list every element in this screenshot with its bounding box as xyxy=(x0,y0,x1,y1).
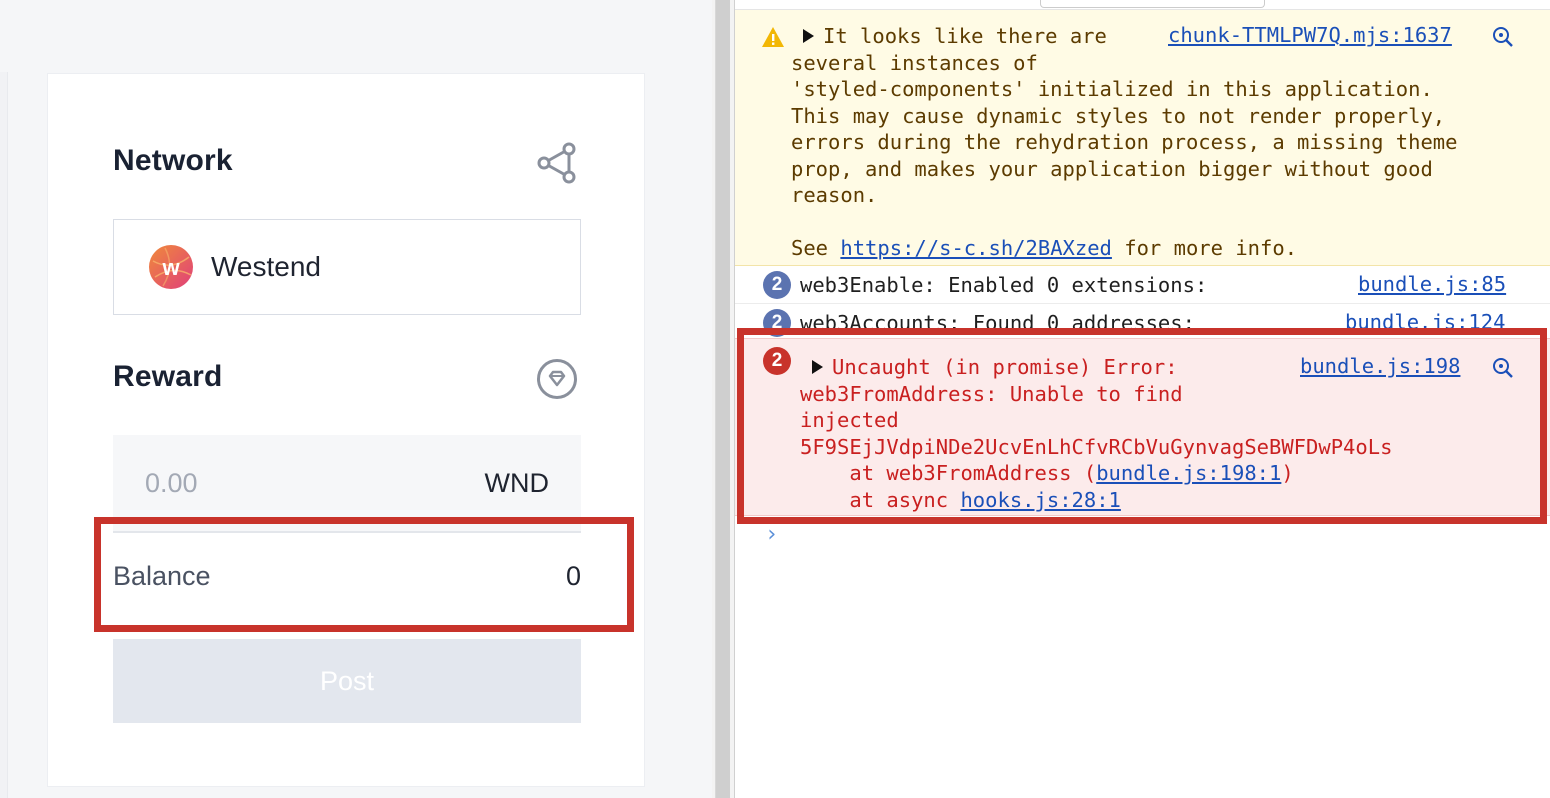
post-card: Network w Westend Reward 0.00 WND Balanc… xyxy=(47,73,645,787)
balance-value: 0 xyxy=(565,560,581,591)
console-error-message: 2 Uncaught (in promise) Error: web3FromA… xyxy=(735,338,1550,516)
warning-line: It looks like there are xyxy=(823,24,1107,48)
expand-triangle-icon[interactable] xyxy=(812,360,823,374)
warning-line: reason. xyxy=(791,183,878,207)
westend-logo-letter: w xyxy=(161,255,180,280)
console-prompt-chevron[interactable]: › xyxy=(765,522,778,547)
console-filter-edge xyxy=(1040,0,1265,8)
network-selector[interactable]: w Westend xyxy=(113,219,581,315)
console-warning-message: It looks like there are several instance… xyxy=(735,10,1550,266)
post-button[interactable]: Post xyxy=(113,639,581,723)
error-line: Uncaught (in promise) Error: xyxy=(832,355,1178,379)
warning-line: prop, and makes your application bigger … xyxy=(791,156,1433,181)
reward-title: Reward xyxy=(113,360,223,393)
expand-triangle-icon[interactable] xyxy=(803,29,814,43)
stack-link[interactable]: hooks.js:28:1 xyxy=(960,488,1120,512)
reward-unit: WND xyxy=(484,467,549,498)
error-line: web3FromAddress: Unable to find xyxy=(800,381,1183,406)
error-count-badge: 2 xyxy=(763,347,791,375)
warning-line: This may cause dynamic styles to not ren… xyxy=(791,103,1446,128)
pane-splitter[interactable] xyxy=(712,0,734,798)
network-name: Westend xyxy=(211,251,321,282)
westend-logo: w xyxy=(149,245,193,289)
reward-amount-input[interactable] xyxy=(145,467,345,499)
stack-link[interactable]: bundle.js:198:1 xyxy=(1096,461,1281,485)
info-text: web3Enable: Enabled 0 extensions: xyxy=(800,273,1208,297)
warning-line: several instances of xyxy=(791,50,1038,75)
see-suffix: for more info. xyxy=(1111,236,1298,260)
sidebar-edge xyxy=(0,72,8,798)
devtools-console: It looks like there are several instance… xyxy=(734,0,1550,798)
share-nodes-icon[interactable] xyxy=(534,140,580,186)
info-text: web3Accounts: Found 0 addresses: xyxy=(800,311,1195,335)
warning-icon xyxy=(762,27,784,47)
console-toolbar xyxy=(735,0,1550,10)
console-info-message: 2 web3Accounts: Found 0 addresses: bundl… xyxy=(735,304,1550,338)
warning-line: errors during the rehydration process, a… xyxy=(791,130,1458,154)
repeat-count-badge: 2 xyxy=(763,271,791,299)
divider xyxy=(113,531,581,533)
error-line: 5F9SEjJVdpiNDe2UcvEnLhCfvRCbVuGynvagSeBW… xyxy=(800,434,1393,459)
balance-label: Balance xyxy=(113,560,211,591)
inspect-icon[interactable] xyxy=(1491,356,1515,380)
see-prefix: See xyxy=(791,236,841,260)
warning-line: 'styled-components' initialized in this … xyxy=(791,77,1433,101)
error-line: injected xyxy=(800,408,899,432)
console-info-message: 2 web3Enable: Enabled 0 extensions: bund… xyxy=(735,266,1550,304)
diamond-badge-icon[interactable] xyxy=(534,356,580,402)
balance-row: Balance 0 xyxy=(113,550,581,602)
info-source-link[interactable]: bundle.js:124 xyxy=(1345,310,1505,334)
warning-source-link[interactable]: chunk-TTMLPW7Q.mjs:1637 xyxy=(1168,23,1452,47)
error-stack-line: at web3FromAddress (bundle.js:198:1) xyxy=(800,460,1294,487)
reward-input-box: WND xyxy=(113,435,581,531)
error-source-link[interactable]: bundle.js:198 xyxy=(1300,354,1460,378)
inspect-icon[interactable] xyxy=(1491,25,1515,49)
styled-components-link[interactable]: https://s-c.sh/2BAXzed xyxy=(840,236,1112,260)
repeat-count-badge: 2 xyxy=(763,309,791,337)
stack-suffix: ) xyxy=(1281,461,1294,485)
network-title: Network xyxy=(113,144,233,177)
warning-see-line: See https://s-c.sh/2BAXzed for more info… xyxy=(791,235,1297,262)
stack-prefix: at async xyxy=(800,487,961,512)
info-source-link[interactable]: bundle.js:85 xyxy=(1358,272,1506,296)
error-stack-line: at async hooks.js:28:1 xyxy=(800,487,1121,514)
splitter-bar[interactable] xyxy=(715,0,730,798)
app-pane: Network w Westend Reward 0.00 WND Balanc… xyxy=(0,0,712,798)
stack-prefix: at web3FromAddress ( xyxy=(800,461,1097,485)
